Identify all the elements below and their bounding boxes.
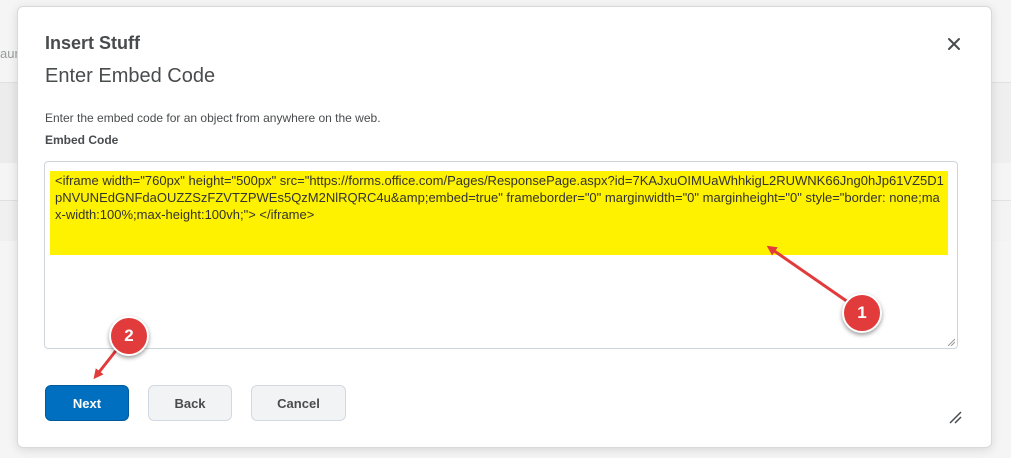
annotation-arrows <box>93 245 849 380</box>
annotation-arrow-2 <box>93 347 120 380</box>
annotation-callout-2: 2 <box>109 316 149 356</box>
annotation-arrow-1 <box>766 245 849 304</box>
annotation-callout-1: 1 <box>842 293 882 333</box>
